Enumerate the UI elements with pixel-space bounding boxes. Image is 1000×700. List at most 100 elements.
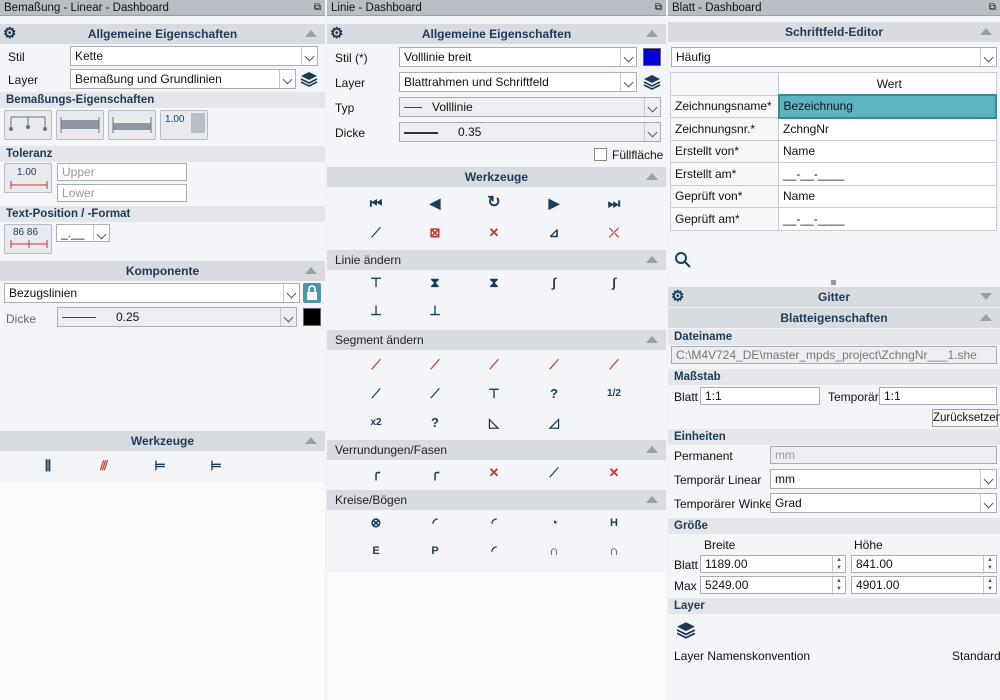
first-icon[interactable]: ⏮	[364, 192, 388, 214]
chevron-down-icon[interactable]	[620, 73, 636, 91]
format-select[interactable]: _.__	[56, 224, 110, 242]
chevron-down-icon[interactable]	[283, 284, 299, 302]
chamfer-tool-icon[interactable]: ⟋	[542, 462, 566, 484]
fillet-tool-3-icon[interactable]: ✕	[482, 462, 506, 484]
segment-tool-5-icon[interactable]: ⟋	[602, 354, 626, 376]
section-component[interactable]: Komponente	[0, 261, 325, 281]
table-row[interactable]: Erstellt am* __-__-____	[670, 162, 997, 186]
collapse-icon[interactable]	[646, 336, 658, 343]
gear-icon[interactable]: ⚙	[671, 289, 684, 304]
dim-ref-button[interactable]	[4, 110, 52, 140]
filename-field[interactable]: C:\M4V724_DE\master_mpds_project\ZchngNr…	[671, 346, 997, 364]
collapse-icon[interactable]	[980, 314, 992, 321]
line-modify-4-icon[interactable]: ∫	[542, 272, 566, 294]
refresh-icon[interactable]: ↻	[482, 192, 506, 214]
arc-p-tool-icon[interactable]: P	[423, 540, 447, 562]
segment-tool-4-icon[interactable]: ⟋	[542, 354, 566, 376]
dim-tool-1-icon[interactable]: ⫼	[36, 455, 60, 477]
table-row[interactable]: Zeichnungsname* Bezeichnung	[670, 94, 997, 119]
chevron-down-icon[interactable]	[620, 48, 636, 66]
units-temp-linear-select[interactable]: mm	[770, 469, 997, 489]
section-general[interactable]: ⚙ Allgemeine Eigenschaften	[327, 24, 666, 44]
next-icon[interactable]: ▶	[542, 192, 566, 214]
chamfer-delete-icon[interactable]: ✕	[602, 462, 626, 484]
section-grid[interactable]: ⚙ Gitter	[668, 287, 1000, 307]
table-row[interactable]: Geprüft von* Name	[670, 184, 997, 208]
color-swatch[interactable]	[303, 308, 321, 326]
segment-tool-2-icon[interactable]: ⟋	[423, 354, 447, 376]
segment-tool-8-icon[interactable]: ⊤	[482, 383, 506, 405]
pin-icon[interactable]: ⧉	[989, 0, 996, 16]
chevron-down-icon[interactable]	[93, 225, 109, 241]
segment-tool-3-icon[interactable]: ⟋	[482, 354, 506, 376]
filter-select[interactable]: Häufig	[671, 47, 997, 67]
spinner-icon[interactable]: ▲ ▼	[983, 577, 996, 595]
segment-tool-14-icon[interactable]: ◿	[542, 412, 566, 434]
arc-h-tool-icon[interactable]: H	[602, 512, 626, 534]
line-tool-5-icon[interactable]: ⤫	[602, 222, 626, 244]
segment-tool-10-icon[interactable]: 1/2	[602, 383, 626, 405]
arc-tool-2-icon[interactable]: ◜	[482, 512, 506, 534]
layers-icon[interactable]	[300, 70, 318, 88]
dim-ext-button[interactable]	[108, 110, 156, 140]
stil-select[interactable]: Volllinie breit	[399, 47, 637, 67]
expand-icon[interactable]	[980, 293, 992, 300]
circle-tool-icon[interactable]: ⊗	[364, 512, 388, 534]
segment-tool-6-icon[interactable]: ⟋	[364, 383, 388, 405]
dim-tool-4-icon[interactable]: ⊨	[204, 455, 228, 477]
reset-button[interactable]: Zurücksetzen	[932, 409, 1000, 427]
units-temp-angle-select[interactable]: Grad	[770, 493, 997, 513]
dim-tool-3-icon[interactable]: ⊨	[148, 455, 172, 477]
spinner-icon[interactable]: ▲ ▼	[983, 556, 996, 574]
search-icon[interactable]	[674, 251, 692, 269]
row-value[interactable]: Name	[778, 184, 997, 208]
chevron-down-icon[interactable]	[644, 98, 660, 116]
collapse-icon[interactable]	[646, 256, 658, 263]
line-modify-7-icon[interactable]: ⊥	[423, 300, 447, 322]
section-tools[interactable]: Werkzeuge	[327, 167, 666, 187]
fill-checkbox[interactable]	[594, 148, 607, 161]
layer-select[interactable]: Bemaßung und Grundlinien	[70, 69, 296, 89]
layers-icon[interactable]	[643, 73, 661, 91]
line-modify-2-icon[interactable]: ⧗	[423, 272, 447, 294]
line-tool-4-icon[interactable]: ⊿	[542, 222, 566, 244]
dim-line-button[interactable]	[56, 110, 104, 140]
collapse-icon[interactable]	[305, 30, 317, 37]
lower-tolerance-input[interactable]: Lower	[57, 184, 187, 202]
layer-select[interactable]: Blattrahmen und Schriftfeld	[399, 72, 637, 92]
previous-icon[interactable]: ◀	[423, 192, 447, 214]
size-sheet-height-input[interactable]: 841.00 ▲ ▼	[851, 555, 997, 574]
collapse-icon[interactable]	[646, 446, 658, 453]
layers-icon[interactable]	[676, 620, 696, 640]
row-value[interactable]: __-__-____	[778, 162, 997, 186]
chevron-down-icon[interactable]	[644, 123, 660, 141]
section-arcs[interactable]: Kreise/Bögen	[327, 490, 666, 510]
chevron-down-icon[interactable]	[980, 494, 996, 512]
segment-tool-9-icon[interactable]: ?	[542, 383, 566, 405]
pin-icon[interactable]: ⧉	[314, 0, 321, 16]
typ-select[interactable]: Volllinie	[399, 97, 661, 117]
section-rounding[interactable]: Verrundungen/Fasen	[327, 440, 666, 460]
stil-select[interactable]: Kette	[70, 46, 318, 66]
section-title-editor[interactable]: Schriftfeld-Editor	[668, 22, 1000, 42]
dim-text-button[interactable]: 1.00	[160, 110, 208, 140]
line-tool-3-icon[interactable]: ✕	[482, 222, 506, 244]
row-value[interactable]: ZchngNr	[778, 117, 997, 141]
collapse-icon[interactable]	[305, 267, 317, 274]
fillet-tool-2-icon[interactable]: ╭	[423, 462, 447, 484]
last-icon[interactable]: ⏭	[602, 192, 626, 214]
section-line-modify[interactable]: Linie ändern	[327, 250, 666, 270]
line-modify-3-icon[interactable]: ⧗	[482, 272, 506, 294]
color-swatch[interactable]	[643, 48, 661, 66]
fillet-tool-1-icon[interactable]: ╭	[364, 462, 388, 484]
table-row[interactable]: Erstellt von* Name	[670, 139, 997, 163]
dicke-select[interactable]: 0.25	[57, 307, 297, 327]
size-max-width-input[interactable]: 5249.00 ▲ ▼	[700, 576, 846, 595]
table-row[interactable]: Zeichnungsnr.* ZchngNr	[670, 117, 997, 141]
tolerance-button[interactable]: 1.00	[4, 163, 52, 193]
collapse-icon[interactable]	[646, 496, 658, 503]
chevron-down-icon[interactable]	[980, 470, 996, 488]
line-tool-2-icon[interactable]: ⊠	[423, 222, 447, 244]
arc-tool-5-icon[interactable]: ∩	[542, 540, 566, 562]
gear-icon[interactable]: ⚙	[330, 26, 343, 41]
